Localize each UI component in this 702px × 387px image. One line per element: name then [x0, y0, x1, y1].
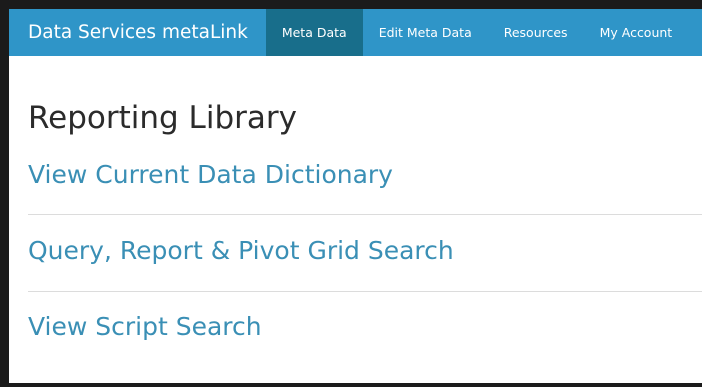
- nav-item-edit-meta-data[interactable]: Edit Meta Data: [363, 9, 488, 56]
- nav-item-my-account[interactable]: My Account: [584, 9, 689, 56]
- link-view-script-search[interactable]: View Script Search: [28, 312, 262, 341]
- brand-title[interactable]: Data Services metaLink: [9, 9, 266, 56]
- link-view-current-data-dictionary[interactable]: View Current Data Dictionary: [28, 160, 393, 189]
- divider: [28, 214, 702, 215]
- nav-item-meta-data[interactable]: Meta Data: [265, 9, 363, 56]
- page-title: Reporting Library: [28, 100, 297, 136]
- nav-item-resources[interactable]: Resources: [488, 9, 584, 56]
- link-query-report-pivot-grid-search[interactable]: Query, Report & Pivot Grid Search: [28, 236, 454, 265]
- divider: [28, 291, 702, 292]
- top-navbar: Data Services metaLink Meta Data Edit Me…: [9, 9, 702, 56]
